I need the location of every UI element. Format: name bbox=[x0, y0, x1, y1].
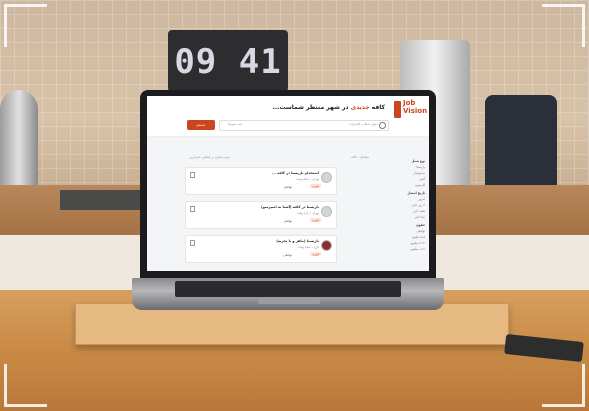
laptop-keyboard bbox=[175, 281, 401, 297]
frame-corner-tr bbox=[542, 4, 585, 47]
urgent-badge: فوری bbox=[310, 218, 321, 222]
logo-text: Job Vision bbox=[403, 99, 428, 115]
city-select[interactable]: همه شهرها bbox=[228, 122, 242, 126]
bookmark-icon[interactable] bbox=[190, 240, 195, 246]
job-meta: کرج • تمام وقت bbox=[298, 245, 319, 249]
logo-mark-icon bbox=[394, 101, 401, 118]
company-logo bbox=[321, 206, 332, 217]
company-logo bbox=[321, 240, 332, 251]
filter-option[interactable]: ۸-۱۲ میلیون bbox=[373, 241, 425, 245]
job-title[interactable]: استخدام باریستا در کافه ... bbox=[272, 171, 319, 175]
urgent-badge: فوری bbox=[310, 252, 321, 256]
cutting-board bbox=[60, 190, 150, 210]
bookmark-icon[interactable] bbox=[190, 172, 195, 178]
main-content: مشاغل • کافه مرتب سازی بر اساس: جدیدترین… bbox=[147, 137, 429, 271]
logo-line1: Job bbox=[403, 99, 416, 107]
site-logo[interactable]: Job Vision bbox=[393, 99, 428, 121]
filter-option[interactable]: گارسون bbox=[373, 183, 425, 187]
headline-part1: کافه bbox=[369, 104, 385, 111]
filter-section-title: حقوق bbox=[416, 223, 425, 227]
logo-line2: Vision bbox=[403, 107, 428, 115]
frame-corner-bl bbox=[4, 364, 47, 407]
filter-option[interactable]: ۱۲+ میلیون bbox=[373, 247, 425, 251]
search-input[interactable]: عنوان شغلی، کلیدواژه... همه شهرها bbox=[219, 120, 389, 131]
job-salary: توافقی bbox=[283, 253, 292, 257]
blender bbox=[485, 95, 557, 195]
job-card[interactable]: استخدام باریستا در کافه ... تهران • تمام… bbox=[185, 167, 337, 195]
page-headline: کافه جدیدی در شهر منتظر شماست... bbox=[273, 104, 385, 111]
filter-option[interactable]: آشپز bbox=[373, 177, 425, 181]
search-icon bbox=[379, 122, 386, 129]
sort-dropdown[interactable]: مرتب سازی بر اساس: جدیدترین bbox=[189, 155, 230, 159]
search-placeholder: عنوان شغلی، کلیدواژه... bbox=[347, 122, 378, 126]
laptop-screen: Job Vision کافه جدیدی در شهر منتظر شماست… bbox=[147, 96, 429, 271]
frame-corner-tl bbox=[4, 4, 47, 47]
laptop-trackpad bbox=[258, 298, 320, 304]
job-salary: توافقی bbox=[283, 185, 292, 189]
filter-section: تاریخ انتشار امروز ۳ روز اخیر هفته اخیر … bbox=[373, 191, 425, 219]
filter-sidebar: نوع شغل باریستا صندوقدار آشپز گارسون تار… bbox=[373, 155, 425, 253]
filter-option[interactable]: هفته اخیر bbox=[373, 209, 425, 213]
filter-option[interactable]: ۳ روز اخیر bbox=[373, 203, 425, 207]
photo-scene: 09 41 Job Vision کافه جدیدی در شهر منتظر… bbox=[0, 0, 589, 411]
filter-option[interactable]: توافقی bbox=[373, 229, 425, 233]
frame-corner-br bbox=[542, 364, 585, 407]
bookmark-icon[interactable] bbox=[190, 206, 195, 212]
filter-option[interactable]: امروز bbox=[373, 197, 425, 201]
job-card[interactable]: باریستا در کافه (آشنا به اسپرسو) تهران •… bbox=[185, 201, 337, 229]
job-card[interactable]: باریستا (ماهر و با تجربه) کرج • تمام وقت… bbox=[185, 235, 337, 263]
filter-section-title: نوع شغل bbox=[411, 159, 425, 163]
job-meta: تهران • پاره وقت bbox=[296, 211, 319, 215]
headline-part2: در شهر منتظر شماست... bbox=[272, 104, 351, 111]
job-title[interactable]: باریستا (ماهر و با تجربه) bbox=[276, 239, 319, 243]
company-logo bbox=[321, 172, 332, 183]
job-meta: تهران • تمام وقت bbox=[296, 177, 319, 181]
wall-clock: 09 41 bbox=[168, 30, 288, 92]
filter-section-title: تاریخ انتشار bbox=[407, 191, 425, 195]
filter-section: نوع شغل باریستا صندوقدار آشپز گارسون bbox=[373, 159, 425, 187]
job-salary: توافقی bbox=[283, 219, 292, 223]
kettle bbox=[0, 90, 38, 190]
headline-accent: جدیدی bbox=[350, 104, 370, 111]
filter-option[interactable]: باریستا bbox=[373, 165, 425, 169]
breadcrumb: مشاغل • کافه bbox=[350, 155, 369, 159]
job-title[interactable]: باریستا در کافه (آشنا به اسپرسو) bbox=[261, 205, 319, 209]
filter-option[interactable]: صندوقدار bbox=[373, 171, 425, 175]
search-button[interactable]: جستجو bbox=[187, 120, 215, 130]
clock-time: 09 41 bbox=[174, 42, 282, 82]
urgent-badge: فوری bbox=[310, 184, 321, 188]
site-header: Job Vision کافه جدیدی در شهر منتظر شماست… bbox=[147, 96, 429, 137]
filter-option[interactable]: ۵-۸ میلیون bbox=[373, 235, 425, 239]
filter-section: حقوق توافقی ۵-۸ میلیون ۸-۱۲ میلیون ۱۲+ م… bbox=[373, 223, 425, 251]
filter-option[interactable]: ماه اخیر bbox=[373, 215, 425, 219]
job-list: استخدام باریستا در کافه ... تهران • تمام… bbox=[185, 167, 337, 269]
